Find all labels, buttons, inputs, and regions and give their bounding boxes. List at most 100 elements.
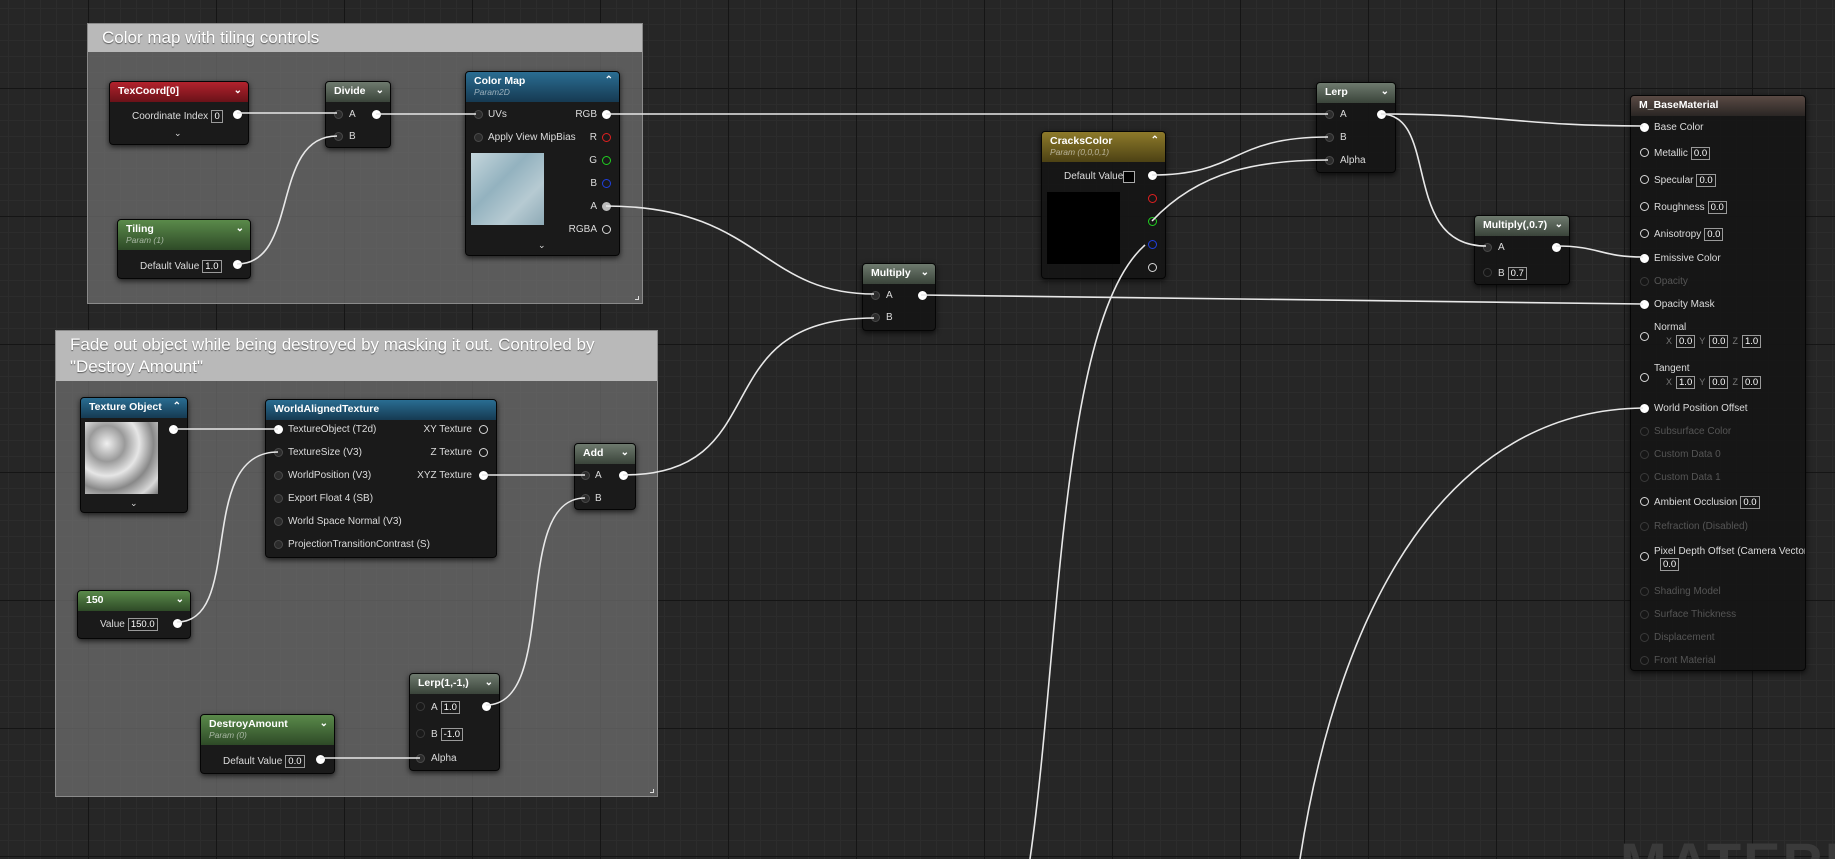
input-pin-mipbias[interactable]	[474, 133, 483, 142]
output-pin-z[interactable]	[479, 448, 488, 457]
chevron-down-icon[interactable]: ⌄	[621, 447, 629, 458]
anisotropy-field[interactable]: 0.0	[1704, 228, 1724, 241]
roughness-field[interactable]: 0.0	[1707, 201, 1727, 214]
output-pin[interactable]	[233, 110, 242, 119]
input-pin-projection-contrast[interactable]	[274, 540, 283, 549]
chevron-up-icon[interactable]: ⌃	[605, 75, 613, 86]
output-pin-rgb[interactable]	[1148, 171, 1157, 180]
input-pin-pdo[interactable]	[1640, 552, 1649, 561]
input-pin-b[interactable]	[1483, 268, 1492, 277]
output-pin[interactable]	[372, 110, 381, 119]
specular-field[interactable]: 0.0	[1696, 174, 1716, 187]
input-pin-alpha[interactable]	[416, 754, 425, 763]
tangent-x-field[interactable]: 1.0	[1676, 376, 1696, 389]
default-value-field[interactable]: 1.0	[202, 260, 222, 273]
output-pin-rgba[interactable]	[1148, 263, 1157, 272]
normal-z-field[interactable]: 1.0	[1741, 335, 1762, 348]
chevron-down-icon[interactable]: ⌄	[376, 85, 384, 96]
input-pin-texture-object[interactable]	[274, 425, 283, 434]
input-pin-roughness[interactable]	[1640, 202, 1649, 211]
metallic-field[interactable]: 0.0	[1690, 147, 1711, 160]
chevron-down-icon[interactable]: ⌄	[1381, 86, 1389, 97]
comment-title[interactable]: Color map with tiling controls	[88, 24, 642, 52]
input-pin-base-color[interactable]	[1640, 123, 1649, 132]
node-divide[interactable]: Divide ⌄ A B	[325, 81, 391, 148]
resize-handle[interactable]	[635, 296, 639, 300]
input-pin-export-float4[interactable]	[274, 494, 283, 503]
input-pin-alpha[interactable]	[1325, 156, 1334, 165]
node-world-aligned-texture[interactable]: WorldAlignedTexture TextureObject (T2d) …	[265, 399, 497, 558]
input-pin-surface-thickness[interactable]	[1640, 610, 1649, 619]
input-pin-anisotropy[interactable]	[1640, 229, 1649, 238]
input-pin-custom1[interactable]	[1640, 473, 1649, 482]
input-pin-normal[interactable]	[1640, 332, 1649, 341]
output-pin-b[interactable]	[1148, 240, 1157, 249]
node-cracks-color[interactable]: CracksColor Param (0,0,0,1) ⌃ Default Valu…	[1041, 131, 1166, 279]
input-pin-b[interactable]	[1325, 133, 1334, 142]
output-pin-g[interactable]	[1148, 217, 1157, 226]
b-value-field[interactable]: -1.0	[440, 728, 464, 741]
output-pin[interactable]	[619, 471, 628, 480]
ao-field[interactable]: 0.0	[1740, 496, 1760, 509]
input-pin-world-position[interactable]	[274, 471, 283, 480]
node-constant-150[interactable]: 150 ⌄ Value 150.0	[77, 590, 191, 639]
node-texture-object[interactable]: Texture Object ⌃ ⌄	[80, 397, 188, 513]
node-lerp[interactable]: Lerp ⌄ A B Alpha	[1316, 82, 1396, 173]
input-pin-uvs[interactable]	[474, 110, 483, 119]
chevron-down-icon[interactable]: ⌄	[234, 85, 242, 96]
node-texcoord[interactable]: TexCoord[0] ⌄ Coordinate Index 0 ⌄	[109, 81, 249, 145]
a-value-field[interactable]: 1.0	[440, 701, 460, 714]
input-pin-a[interactable]	[334, 110, 343, 119]
input-pin-wpo[interactable]	[1640, 404, 1649, 413]
input-pin-custom0[interactable]	[1640, 450, 1649, 459]
normal-x-field[interactable]: 0.0	[1676, 335, 1696, 348]
node-base-material[interactable]: M_BaseMaterial Base Color Metallic 0.0 Sp…	[1630, 95, 1806, 671]
coordinate-index-field[interactable]: 0	[211, 110, 224, 123]
b-value-field[interactable]: 0.7	[1507, 267, 1527, 280]
output-pin-g[interactable]	[602, 156, 611, 165]
input-pin-front-material[interactable]	[1640, 656, 1649, 665]
output-pin-r[interactable]	[1148, 194, 1157, 203]
input-pin-a[interactable]	[581, 471, 590, 480]
tangent-z-field[interactable]: 0.0	[1741, 376, 1762, 389]
input-pin-refraction[interactable]	[1640, 522, 1649, 531]
node-multiply-07[interactable]: Multiply(,0.7) ⌄ A B 0.7	[1474, 215, 1570, 285]
input-pin-tangent[interactable]	[1640, 373, 1649, 382]
color-swatch[interactable]	[1123, 171, 1135, 183]
chevron-down-icon[interactable]: ⌄	[130, 498, 138, 509]
output-pin[interactable]	[918, 291, 927, 300]
chevron-up-icon[interactable]: ⌃	[173, 401, 181, 412]
node-lerp-1-neg1[interactable]: Lerp(1,-1,) ⌄ A 1.0 B -1.0 Alpha	[409, 673, 500, 771]
input-pin-b[interactable]	[581, 494, 590, 503]
input-pin-displacement[interactable]	[1640, 633, 1649, 642]
chevron-down-icon[interactable]: ⌄	[485, 677, 493, 688]
output-pin-b[interactable]	[602, 179, 611, 188]
input-pin-a[interactable]	[416, 702, 425, 711]
output-pin[interactable]	[316, 755, 325, 764]
input-pin-b[interactable]	[871, 313, 880, 322]
comment-title[interactable]: Fade out object while being destroyed by…	[56, 331, 657, 381]
value-field[interactable]: 150.0	[127, 618, 158, 631]
input-pin-opacity-mask[interactable]	[1640, 300, 1649, 309]
output-pin-r[interactable]	[602, 133, 611, 142]
input-pin-metallic[interactable]	[1640, 148, 1649, 157]
node-add[interactable]: Add ⌄ A B	[574, 443, 636, 510]
node-destroy-amount[interactable]: DestroyAmount Param (0) ⌄ Default Value 0.0	[200, 714, 335, 774]
output-pin-a[interactable]	[602, 202, 611, 211]
input-pin-a[interactable]	[1483, 243, 1492, 252]
output-pin-xyz[interactable]	[479, 471, 488, 480]
chevron-up-icon[interactable]: ⌃	[1151, 135, 1159, 146]
node-color-map[interactable]: Color Map Param2D ⌃ UVs Apply View MipBias…	[465, 71, 620, 256]
input-pin-specular[interactable]	[1640, 175, 1649, 184]
input-pin-emissive[interactable]	[1640, 254, 1649, 263]
output-pin[interactable]	[1552, 243, 1561, 252]
chevron-down-icon[interactable]: ⌄	[921, 267, 929, 278]
output-pin[interactable]	[233, 260, 242, 269]
input-pin-b[interactable]	[334, 132, 343, 141]
output-pin[interactable]	[169, 425, 178, 434]
output-pin[interactable]	[173, 619, 182, 628]
chevron-down-icon[interactable]: ⌄	[1555, 219, 1563, 230]
input-pin-b[interactable]	[416, 729, 425, 738]
output-pin[interactable]	[1377, 110, 1386, 119]
input-pin-opacity[interactable]	[1640, 277, 1649, 286]
